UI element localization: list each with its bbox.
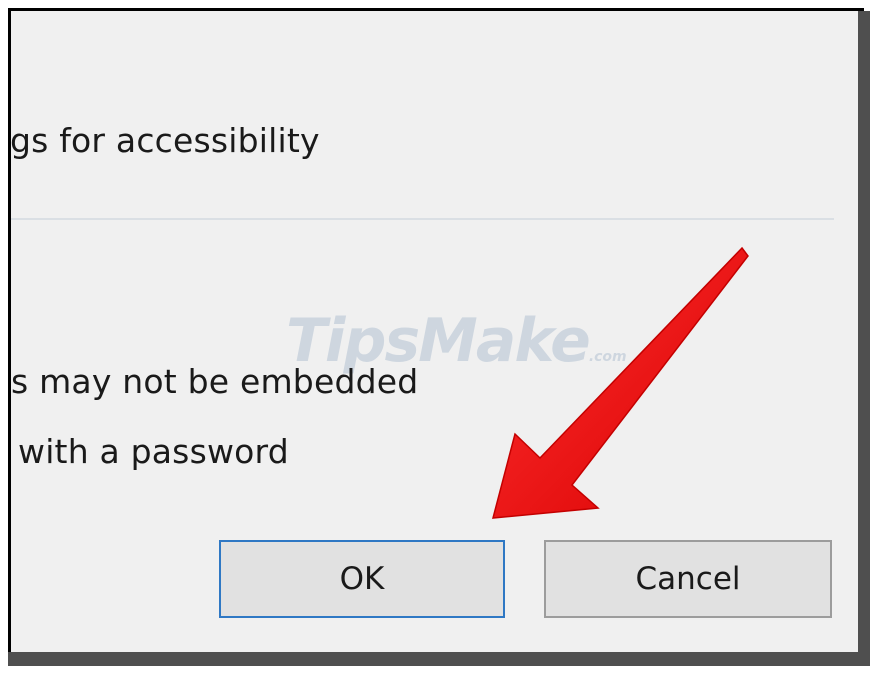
window-right-shadow (858, 11, 870, 661)
cancel-button-label: Cancel (635, 561, 741, 597)
screenshot-frame: gs for accessibility TipsMake.com s may … (0, 0, 870, 673)
section-separator (11, 218, 834, 220)
option-label-embedded: s may not be embedded (11, 362, 419, 401)
ok-button[interactable]: OK (219, 540, 505, 618)
ok-button-label: OK (339, 561, 385, 597)
cancel-button[interactable]: Cancel (544, 540, 832, 618)
option-label-password: with a password (18, 432, 289, 471)
dialog-window: gs for accessibility TipsMake.com s may … (11, 11, 858, 652)
watermark-suffix: .com (588, 349, 627, 365)
option-label-accessibility: gs for accessibility (11, 121, 320, 160)
window-bottom-shadow (8, 652, 870, 666)
